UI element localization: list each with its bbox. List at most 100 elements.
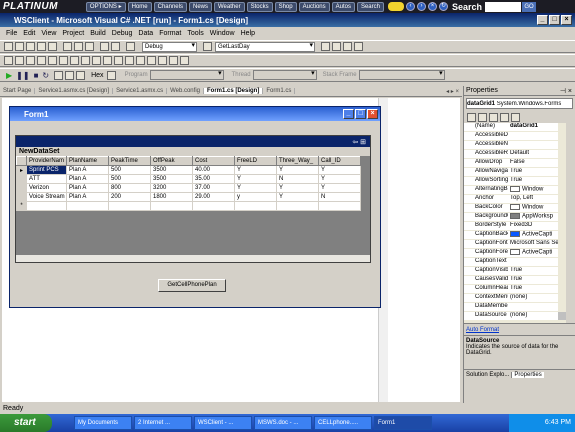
property-row[interactable]: BackgroundColo AppWorksp <box>464 213 566 222</box>
paste-icon[interactable] <box>85 42 94 51</box>
property-row[interactable]: BorderStyle Fixed3D <box>464 222 566 231</box>
news-link[interactable]: News <box>188 1 212 12</box>
tab-form1-design[interactable]: Form1.cs [Design] <box>203 88 264 94</box>
send-back-icon[interactable] <box>158 56 167 65</box>
property-value[interactable]: True <box>508 276 558 284</box>
property-value[interactable]: True <box>508 177 558 185</box>
align-top-icon[interactable] <box>37 56 46 65</box>
align-middle-icon[interactable] <box>48 56 57 65</box>
grid-cell[interactable]: Y <box>234 174 277 184</box>
save-icon[interactable] <box>37 42 46 51</box>
col-header-peaktime[interactable]: PeakTime <box>108 156 151 166</box>
grid-cell[interactable]: y <box>234 192 277 202</box>
grid-cell[interactable]: Y <box>234 183 277 193</box>
class-view-icon[interactable] <box>354 42 363 51</box>
minimize-button[interactable]: _ <box>537 15 548 25</box>
align-bottom-icon[interactable] <box>59 56 68 65</box>
property-row[interactable]: AlternatingBack Window <box>464 186 566 195</box>
task-my-documents[interactable]: My Documents <box>74 416 132 430</box>
grid-cell[interactable]: Y <box>234 165 277 175</box>
grid-cell[interactable]: Voice Stream <box>26 192 67 202</box>
maximize-button[interactable]: □ <box>549 15 560 25</box>
weather-link[interactable]: Weather <box>214 1 245 12</box>
menu-project[interactable]: Project <box>62 30 84 37</box>
property-value[interactable]: Default <box>508 150 558 158</box>
tab-solution-explorer[interactable]: Solution Explo... <box>464 372 513 378</box>
table-row[interactable]: ATT Plan A 500 3500 35.00 Y N Y <box>16 174 361 184</box>
task-internet[interactable]: 2 Internet ... <box>134 416 192 430</box>
refresh-icon[interactable]: ↻ <box>438 2 448 11</box>
property-value[interactable] <box>508 303 558 311</box>
property-row[interactable]: DataSource (none) <box>464 312 566 321</box>
table-row[interactable]: Verizon Plan A 800 3200 37.00 Y Y Y <box>16 183 361 193</box>
new-project-icon[interactable] <box>4 42 13 51</box>
task-cellphone[interactable]: CELLphone..... <box>314 416 372 430</box>
tab-nav-icon[interactable]: ◂ ▸ × <box>443 88 462 95</box>
grid-cell[interactable]: 3200 <box>150 183 193 193</box>
col-header-freeld[interactable]: FreeLD <box>234 156 277 166</box>
solution-config-select[interactable]: Debug <box>142 41 197 52</box>
same-height-icon[interactable] <box>81 56 90 65</box>
start-button[interactable]: start <box>0 414 52 432</box>
property-value[interactable]: ActiveCapti <box>508 249 558 257</box>
search-link[interactable]: Search <box>356 1 384 12</box>
auto-format-link[interactable]: Auto Format <box>466 327 499 333</box>
tab-service-design[interactable]: Service1.asmx.cs [Design] <box>35 88 114 94</box>
grid-cell[interactable]: 35.00 <box>192 174 235 184</box>
property-value[interactable]: AppWorksp <box>508 213 558 221</box>
property-row[interactable]: AccessibleRoleDefault <box>464 150 566 159</box>
solution-explorer-icon[interactable] <box>321 42 330 51</box>
auctions-link[interactable]: Auctions <box>298 1 330 12</box>
property-row[interactable]: AllowDrop False <box>464 159 566 168</box>
property-row[interactable]: CaptionText <box>464 258 566 267</box>
property-value[interactable]: dataGrid1 <box>508 123 558 131</box>
task-wsclient[interactable]: WSClient - ... <box>194 416 252 430</box>
grid-cell[interactable]: 29.00 <box>192 192 235 202</box>
property-row[interactable]: BackColor Window <box>464 204 566 213</box>
tab-service-code[interactable]: Service1.asmx.cs <box>113 88 168 94</box>
grid-cell[interactable]: 800 <box>108 183 151 193</box>
grid-cell[interactable]: Y <box>318 165 361 175</box>
col-header-callid[interactable]: Call_ID <box>318 156 361 166</box>
align-left-icon[interactable] <box>4 56 13 65</box>
grid-cell[interactable]: Y <box>276 165 319 175</box>
autos-link[interactable]: Autos <box>331 1 355 12</box>
break-icon[interactable]: ❚❚ <box>16 71 29 80</box>
property-row[interactable]: DataMember <box>464 303 566 312</box>
stocks-link[interactable]: Stocks <box>246 1 273 12</box>
property-value[interactable]: True <box>508 285 558 293</box>
menu-build[interactable]: Build <box>90 30 106 37</box>
tab-start-page[interactable]: Start Page <box>0 88 36 94</box>
grid-cell[interactable]: 500 <box>108 165 151 175</box>
align-right-icon[interactable] <box>26 56 35 65</box>
row-header[interactable] <box>16 192 27 202</box>
toolbox-icon[interactable] <box>343 42 352 51</box>
grid-cell[interactable]: N <box>276 174 319 184</box>
grid-cell[interactable]: 500 <box>108 174 151 184</box>
start-icon[interactable] <box>126 42 135 51</box>
col-header-provider[interactable]: ProviderNam <box>26 156 67 166</box>
system-tray-clock[interactable]: 6:43 PM <box>509 414 575 432</box>
pin-icon[interactable]: ⊣ × <box>560 87 572 95</box>
property-value[interactable]: True <box>508 267 558 275</box>
property-value[interactable] <box>508 132 558 140</box>
undo-icon[interactable] <box>100 42 109 51</box>
property-value[interactable]: Microsoft Sans Se <box>508 240 558 248</box>
properties-icon[interactable] <box>332 42 341 51</box>
grid-cell[interactable]: Y <box>276 183 319 193</box>
add-item-icon[interactable] <box>15 42 24 51</box>
property-value[interactable] <box>508 258 558 266</box>
grid-icon[interactable] <box>103 56 112 65</box>
same-size-icon[interactable] <box>92 56 101 65</box>
find-combo[interactable]: GetLastDay <box>215 41 315 52</box>
cut-icon[interactable] <box>63 42 72 51</box>
grid-cell[interactable]: 3500 <box>150 165 193 175</box>
form-close-button[interactable]: × <box>367 109 378 119</box>
bring-front-icon[interactable] <box>147 56 156 65</box>
grid-back-icon[interactable]: ⇦ ⊞ <box>352 138 366 146</box>
property-value[interactable]: (none) <box>508 294 558 302</box>
redo-icon[interactable] <box>111 42 120 51</box>
property-row[interactable]: ColumnHeadersTrue <box>464 285 566 294</box>
open-icon[interactable] <box>26 42 35 51</box>
grid-cell[interactable]: Plan A <box>66 174 109 184</box>
